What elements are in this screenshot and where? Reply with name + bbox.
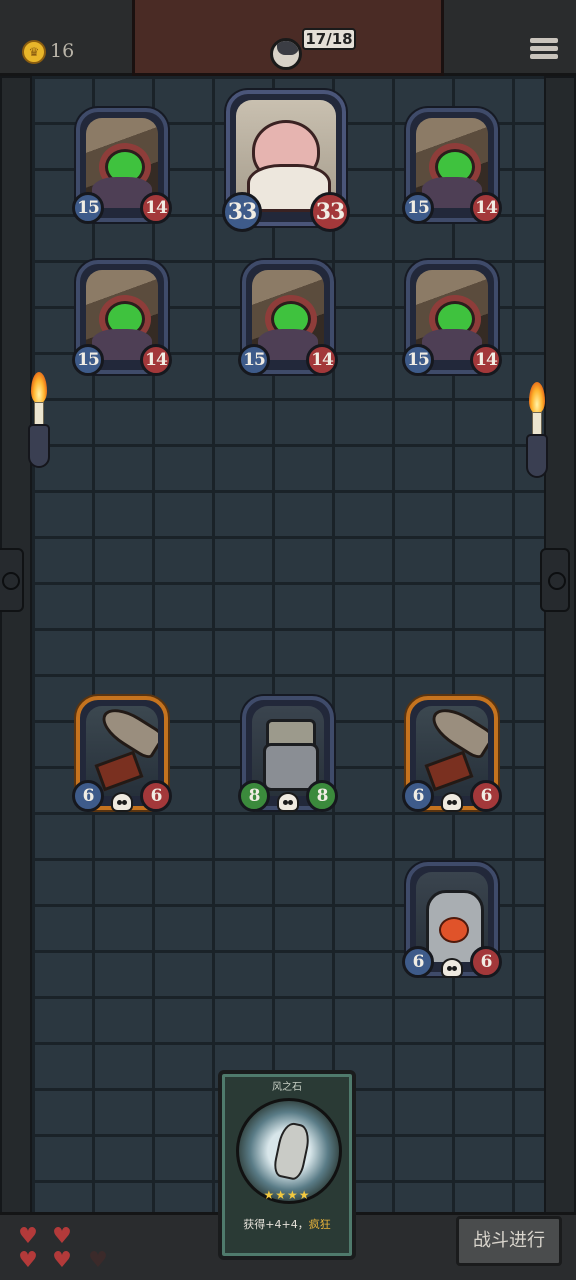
skull-icon: [111, 792, 133, 812]
left-wall-bracket: [0, 548, 24, 612]
enemy-card-goblin[interactable]: 15 14: [402, 260, 502, 376]
attack-stat: 6: [402, 780, 434, 812]
attack-stat: 15: [72, 192, 104, 224]
enemy-card-pig-king[interactable]: 33 33: [222, 90, 350, 232]
right-pillar: [544, 76, 576, 1226]
enemy-card-goblin[interactable]: 15 14: [238, 260, 338, 376]
skull-icon: [441, 792, 463, 812]
star-rating: ★★★★: [263, 1188, 311, 1202]
heart-icon: ♥: [52, 1248, 72, 1273]
health-stat: 14: [140, 192, 172, 224]
ally-card-robot[interactable]: 8 8: [238, 696, 338, 812]
health-stat: 6: [140, 780, 172, 812]
enemy-card-goblin[interactable]: 15 14: [72, 260, 172, 376]
left-pillar: [0, 76, 32, 1226]
enemy-card-goblin[interactable]: 15 14: [72, 108, 172, 224]
skull-icon: [277, 792, 299, 812]
attack-stat: 15: [72, 344, 104, 376]
description-text: 获得+4+4，: [243, 1218, 309, 1231]
health-stat: 6: [470, 780, 502, 812]
attack-stat: 6: [72, 780, 104, 812]
fight-button[interactable]: 战斗进行: [456, 1216, 562, 1266]
health-stat: 14: [140, 344, 172, 376]
hand-card-title: 风之石: [272, 1082, 302, 1093]
health-stat: 6: [470, 946, 502, 978]
right-torch: [518, 380, 562, 500]
skull-icon: [441, 958, 463, 978]
heart-empty-icon: ♥: [88, 1248, 108, 1273]
attack-stat: 15: [238, 344, 270, 376]
heart-icon: ♥: [18, 1248, 38, 1273]
ally-card-heart-golem[interactable]: 6 6: [402, 862, 502, 978]
health-stat: 8: [306, 780, 338, 812]
ally-card-rocket-cart[interactable]: 6 6: [402, 696, 502, 812]
flame-icon: [31, 372, 47, 404]
keyword-text: 疯狂: [308, 1218, 331, 1231]
health-stat: 14: [470, 344, 502, 376]
hand-card-description: 获得+4+4，疯狂: [228, 1216, 346, 1232]
gold-count: 16: [50, 40, 75, 62]
right-wall-bracket: [540, 548, 570, 612]
lives-counter: 17/18: [302, 28, 356, 50]
heart-icon: ♥: [18, 1224, 38, 1249]
attack-stat: 6: [402, 946, 434, 978]
game-screen: ♛ 16 17/18 15 14 33 33 15 14 15 14 15 14…: [0, 0, 576, 1280]
attack-stat: 15: [402, 344, 434, 376]
health-stat: 33: [310, 192, 350, 232]
flame-icon: [529, 382, 545, 414]
attack-stat: 33: [222, 192, 262, 232]
torch-holder: [28, 424, 50, 468]
player-avatar[interactable]: [270, 38, 302, 70]
attack-stat: 8: [238, 780, 270, 812]
menu-icon[interactable]: [530, 38, 558, 64]
attack-stat: 15: [402, 192, 434, 224]
left-torch: [20, 370, 64, 490]
dungeon-wall: [32, 76, 544, 1226]
hand-card-wind-stone[interactable]: 风之石 ★★★★ 获得+4+4，疯狂: [218, 1070, 356, 1260]
enemy-card-goblin[interactable]: 15 14: [402, 108, 502, 224]
health-stat: 14: [470, 192, 502, 224]
torch-holder: [526, 434, 548, 478]
heart-icon: ♥: [52, 1224, 72, 1249]
ally-card-rocket-cart[interactable]: 6 6: [72, 696, 172, 812]
crown-coin-icon: ♛: [22, 40, 46, 64]
health-stat: 14: [306, 344, 338, 376]
